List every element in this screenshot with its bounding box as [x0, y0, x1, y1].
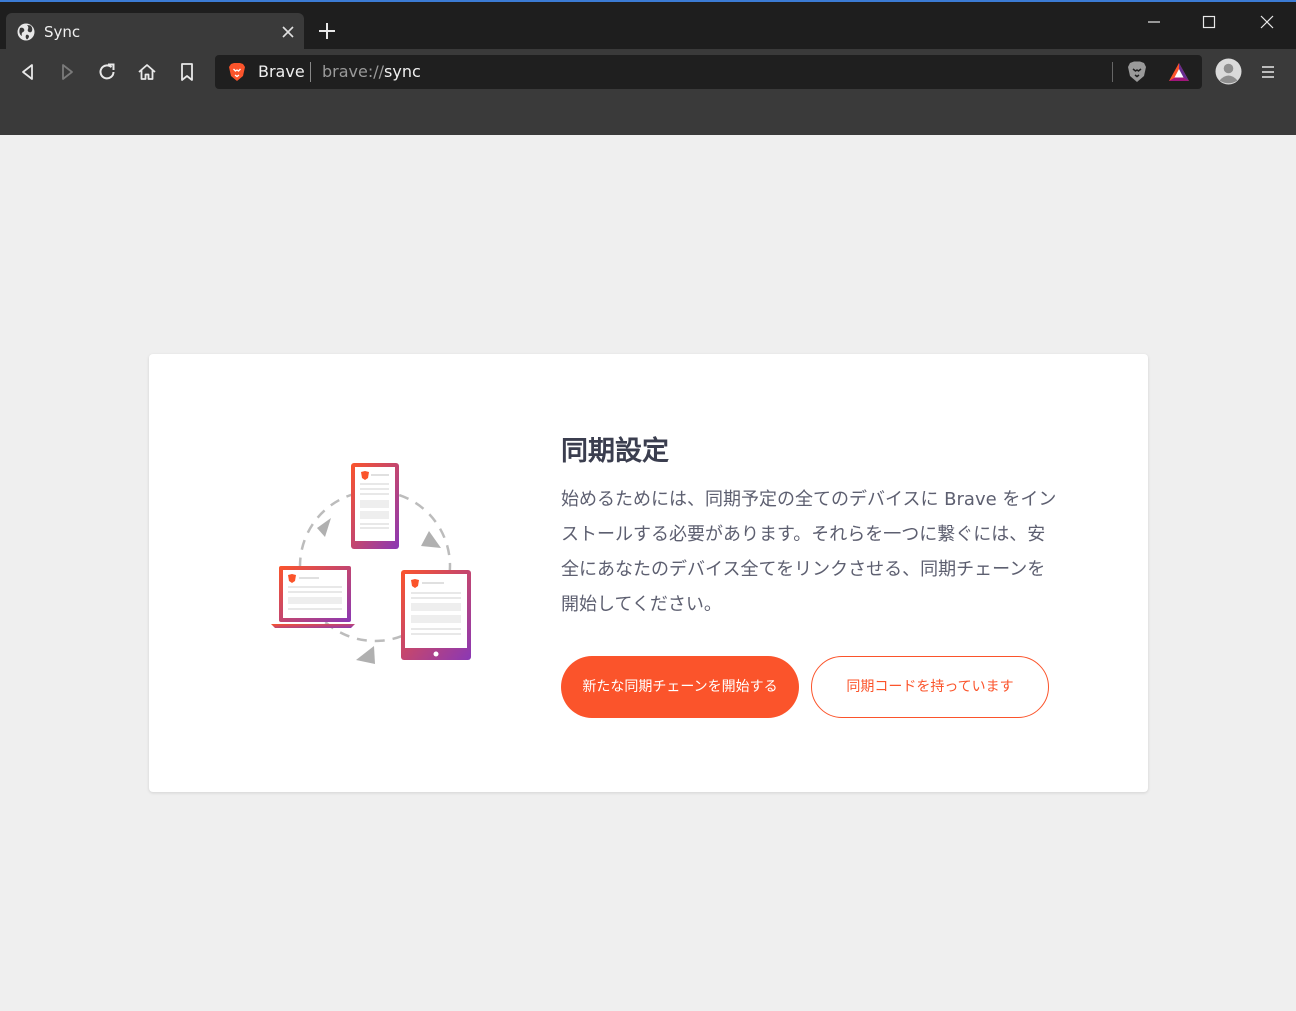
sync-devices-illustration	[271, 463, 471, 664]
close-window-icon[interactable]	[1256, 11, 1278, 33]
brave-rewards-icon[interactable]	[1167, 60, 1191, 84]
address-bar[interactable]: Brave brave://sync	[215, 55, 1202, 89]
forward-icon[interactable]	[55, 60, 79, 84]
title-bar: Sync	[0, 2, 1296, 51]
close-icon[interactable]	[278, 22, 298, 42]
tab-sync[interactable]: Sync	[6, 13, 304, 51]
bookmark-icon[interactable]	[175, 60, 199, 84]
brave-lion-icon	[229, 63, 245, 81]
plus-icon[interactable]	[316, 20, 338, 42]
omnibox-separator	[310, 62, 311, 82]
brave-shields-icon[interactable]	[1126, 60, 1148, 84]
sync-description: 始めるためには、同期予定の全てのデバイスに Brave をインストールする必要が…	[561, 489, 1057, 615]
url-host: sync	[384, 62, 421, 81]
omnibox-brand-label: Brave	[258, 62, 305, 81]
sync-setup-card: 同期設定 始めるためには、同期予定の全てのデバイスに Brave をインストール…	[149, 354, 1148, 792]
page-title: 同期設定	[561, 436, 669, 467]
home-icon[interactable]	[135, 60, 159, 84]
omnibox-action-separator	[1112, 62, 1113, 82]
globe-icon	[17, 23, 35, 41]
reload-icon[interactable]	[95, 60, 119, 84]
tab-title: Sync	[44, 23, 81, 41]
url-scheme: brave://	[322, 62, 385, 81]
have-sync-code-button[interactable]: 同期コードを持っています	[811, 656, 1049, 718]
profile-avatar-icon[interactable]	[1215, 58, 1242, 85]
back-icon[interactable]	[16, 60, 40, 84]
hamburger-menu-icon[interactable]	[1258, 62, 1278, 82]
url-text[interactable]: brave://sync	[322, 62, 421, 82]
maximize-icon[interactable]	[1198, 11, 1220, 33]
toolbar: Brave brave://sync	[0, 49, 1296, 135]
start-sync-chain-button[interactable]: 新たな同期チェーンを開始する	[561, 656, 799, 718]
minimize-icon[interactable]	[1143, 11, 1165, 33]
